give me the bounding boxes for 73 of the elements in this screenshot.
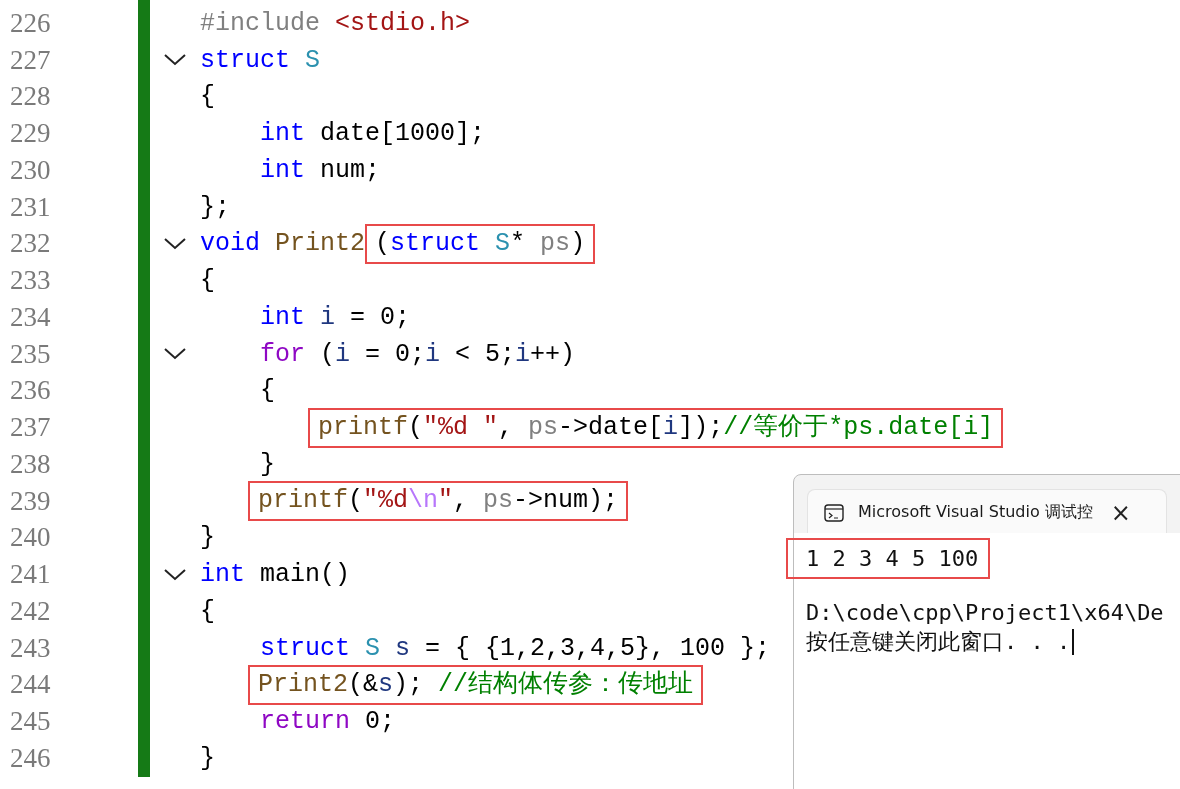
line-number: 230	[10, 153, 52, 187]
highlighted-code: Print2(&s); //结构体传参：传地址	[248, 664, 704, 705]
line-number: 226	[10, 6, 52, 40]
line-number: 244	[10, 668, 52, 702]
console-icon	[824, 503, 844, 522]
line-number: 240	[10, 521, 52, 555]
code-text: <stdio.h>	[335, 8, 471, 38]
line-number: 233	[10, 264, 52, 298]
collapse-chevron-icon[interactable]	[164, 348, 186, 361]
code-text: = 0;	[349, 302, 411, 332]
code-text: < 5;	[454, 339, 516, 369]
code-text: #include	[200, 8, 322, 38]
code-text: int	[200, 560, 246, 590]
console-tab[interactable]: Microsoft Visual Studio 调试控 ×	[807, 489, 1167, 535]
line-number: 234	[10, 300, 52, 334]
code-text: int	[260, 119, 306, 149]
code-text: for	[260, 339, 306, 369]
code-text: }	[260, 449, 275, 479]
code-text: date[1000];	[320, 119, 486, 149]
line-number: 242	[10, 594, 52, 628]
code-text: 0;	[365, 707, 396, 737]
code-text: = 0;	[364, 339, 426, 369]
code-text: return	[260, 707, 351, 737]
code-text: = { {1,2,3,4,5}, 100 };	[424, 633, 771, 663]
code-text: {	[260, 376, 275, 406]
code-text: main()	[260, 560, 351, 590]
collapse-chevron-icon[interactable]	[164, 237, 186, 250]
code-text: };	[200, 192, 230, 222]
line-number: 236	[10, 374, 52, 408]
console-output: 按任意键关闭此窗口. . .	[806, 628, 1071, 656]
line-number: 227	[10, 43, 52, 77]
close-button[interactable]: ×	[1106, 498, 1135, 527]
code-text: S	[365, 633, 382, 663]
line-number: 237	[10, 411, 52, 445]
code-text: }	[200, 523, 215, 553]
line-number: 238	[10, 447, 52, 481]
collapse-chevron-icon[interactable]	[164, 568, 186, 581]
line-number: 231	[10, 190, 52, 224]
code-text: i	[320, 302, 336, 332]
line-number: 246	[10, 741, 52, 775]
code-text: Print2	[275, 229, 366, 259]
line-number: 243	[10, 631, 52, 665]
code-text: i	[425, 339, 441, 369]
collapse-chevron-icon[interactable]	[164, 54, 186, 67]
line-number: 232	[10, 227, 52, 261]
code-text: int	[260, 302, 306, 332]
line-number: 235	[10, 337, 52, 371]
line-number: 241	[10, 558, 52, 592]
highlighted-code: printf("%d\n", ps->num);	[248, 481, 629, 522]
code-text: int	[260, 155, 306, 185]
line-number: 228	[10, 80, 52, 114]
line-number: 245	[10, 705, 52, 739]
tab-title: Microsoft Visual Studio 调试控	[858, 502, 1093, 523]
code-text: s	[395, 633, 411, 663]
code-text: (	[320, 339, 336, 369]
highlighted-code: printf("%d ", ps->date[i]);//等价于*ps.date[i]	[308, 407, 1004, 448]
code-text: {	[200, 82, 215, 112]
code-text: }	[200, 743, 215, 773]
code-text: void	[200, 229, 261, 259]
code-text: i	[335, 339, 351, 369]
console-output: 1 2 3 4 5 100	[786, 537, 991, 579]
code-text: {	[200, 266, 215, 296]
code-text: struct	[260, 633, 351, 663]
console-output: D:\code\cpp\Project1\x64\De	[806, 599, 1164, 625]
code-text: {	[200, 596, 215, 626]
code-text: struct	[200, 45, 291, 75]
code-text: num;	[320, 155, 381, 185]
code-text: ++)	[530, 339, 576, 369]
line-number: 239	[10, 484, 52, 518]
highlighted-code: (struct S* ps)	[365, 223, 596, 264]
line-number: 229	[10, 117, 52, 151]
code-text: S	[305, 45, 321, 75]
code-text: i	[515, 339, 531, 369]
